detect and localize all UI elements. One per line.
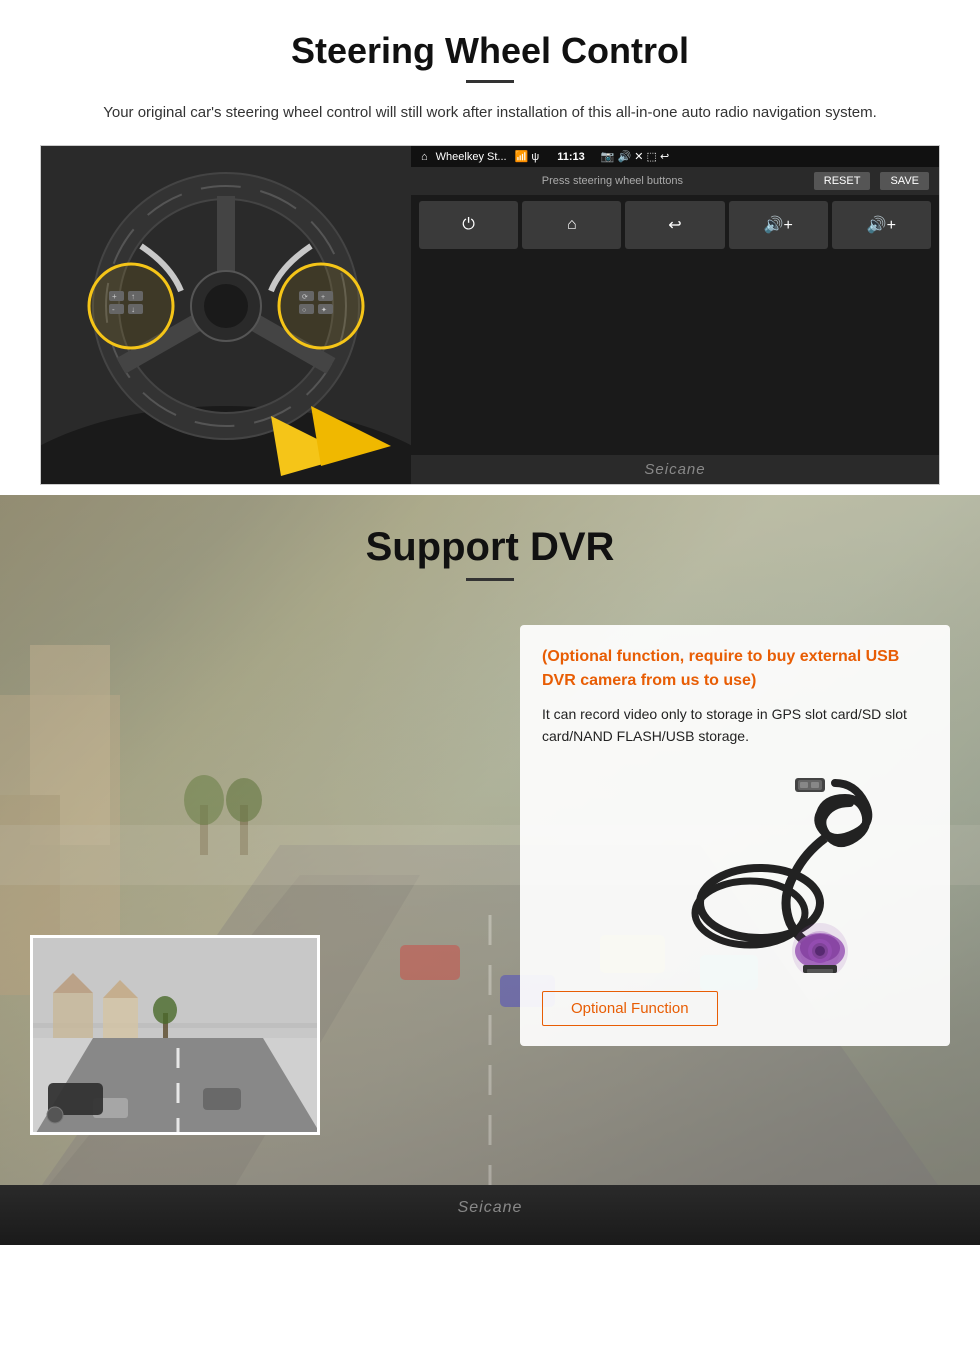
steering-title-underline	[466, 80, 514, 83]
screen-controls-bar: Press steering wheel buttons RESET SAVE	[411, 167, 939, 195]
app-name: Wheelkey St...	[436, 151, 507, 163]
screen-vol-up-btn[interactable]: 🔊+	[729, 201, 828, 249]
save-button[interactable]: SAVE	[880, 172, 929, 190]
svg-text:○: ○	[302, 307, 306, 314]
screen-empty-area	[411, 255, 939, 455]
svg-text:⟳: ⟳	[302, 294, 308, 301]
steering-wheel-photo: + ↑ - ↓ ⟳ + ○ ✦	[41, 146, 411, 485]
reset-button[interactable]: RESET	[814, 172, 871, 190]
svg-text:+: +	[321, 294, 325, 301]
screen-status-bar: ⌂ Wheelkey St... 📶 ψ 11:13 📷 🔊 ✕ ⬚ ↩	[411, 146, 939, 167]
screen-vol-up2-btn[interactable]: 🔊+	[832, 201, 931, 249]
steering-description: Your original car's steering wheel contr…	[40, 101, 940, 125]
steering-title: Steering Wheel Control	[40, 30, 940, 72]
dvr-title: Support DVR	[0, 525, 980, 570]
optional-function-button[interactable]: Optional Function	[542, 991, 718, 1026]
status-extra-icons: 📷 🔊 ✕ ⬚ ↩	[601, 150, 669, 163]
dvr-title-area: Support DVR	[0, 495, 980, 619]
dvr-camera-image	[542, 763, 928, 983]
dvr-section: Support DVR (Optional function, require …	[0, 495, 980, 1245]
screen-power-btn[interactable]: ⏻	[419, 201, 518, 249]
svg-text:+: +	[112, 292, 117, 301]
screen-watermark: Seicane	[411, 455, 939, 484]
steering-screen: ⌂ Wheelkey St... 📶 ψ 11:13 📷 🔊 ✕ ⬚ ↩ Pre…	[411, 146, 939, 484]
dvr-info-box: (Optional function, require to buy exter…	[520, 625, 950, 1046]
svg-text:↑: ↑	[131, 292, 135, 301]
screen-home-btn[interactable]: ⌂	[522, 201, 621, 249]
dvr-thumbnail	[30, 935, 320, 1135]
home-icon: ⌂	[421, 151, 428, 163]
screen-buttons-grid: ⏻ ⌂ ↩ 🔊+ 🔊+	[411, 195, 939, 255]
dvr-watermark: Seicane	[458, 1199, 523, 1217]
screen-prompt: Press steering wheel buttons	[421, 175, 804, 187]
steering-image-container: + ↑ - ↓ ⟳ + ○ ✦	[40, 145, 940, 485]
steering-section: Steering Wheel Control Your original car…	[0, 0, 980, 495]
status-icons: 📶 ψ	[515, 150, 540, 163]
svg-text:↓: ↓	[131, 305, 135, 314]
screen-back-btn[interactable]: ↩	[625, 201, 724, 249]
dvr-optional-text: (Optional function, require to buy exter…	[542, 645, 928, 693]
svg-text:✦: ✦	[321, 306, 327, 314]
svg-text:-: -	[112, 305, 115, 314]
dvr-title-underline	[466, 578, 514, 581]
dvr-description: It can record video only to storage in G…	[542, 703, 928, 748]
status-time: 11:13	[557, 151, 585, 163]
